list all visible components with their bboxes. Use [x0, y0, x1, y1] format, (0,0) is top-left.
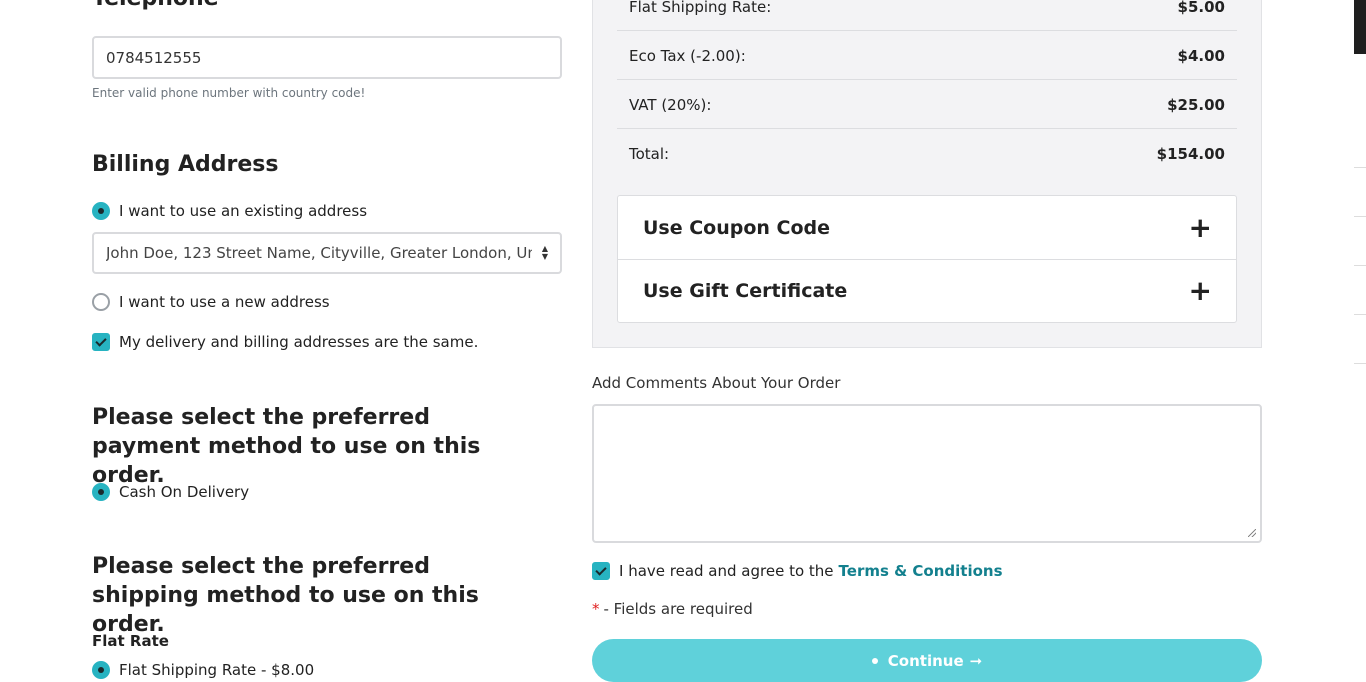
shipping-option[interactable]: Flat Shipping Rate - $8.00 [92, 659, 314, 681]
plus-icon[interactable]: + [1189, 213, 1212, 242]
address-select-value: John Doe, 123 Street Name, Cityville, Gr… [106, 244, 532, 262]
new-address-option[interactable]: I want to use a new address [92, 291, 330, 313]
resize-grip-icon[interactable] [1248, 529, 1256, 537]
telephone-input[interactable] [92, 36, 562, 79]
payment-radio[interactable] [92, 483, 110, 501]
telephone-heading: Telephone [92, 0, 219, 11]
total-value: $4.00 [1177, 46, 1225, 65]
payment-option[interactable]: Cash On Delivery [92, 481, 249, 503]
plus-icon[interactable]: + [1189, 277, 1212, 305]
divider [1354, 265, 1366, 266]
total-value: $5.00 [1177, 0, 1225, 16]
total-label: VAT (20%): [629, 95, 712, 114]
new-address-radio[interactable] [92, 293, 110, 311]
billing-heading: Billing Address [92, 152, 279, 177]
existing-address-radio[interactable] [92, 202, 110, 220]
total-row: Eco Tax (-2.00): $4.00 [617, 32, 1237, 80]
telephone-hint: Enter valid phone number with country co… [92, 86, 366, 100]
discount-accordion: Use Coupon Code + Use Gift Certificate + [617, 195, 1237, 323]
coupon-accordion-header[interactable]: Use Coupon Code + [618, 196, 1236, 259]
same-address-label: My delivery and billing addresses are th… [119, 333, 479, 351]
arrow-right-icon: ➞ [969, 651, 983, 670]
comments-textarea[interactable] [592, 404, 1262, 543]
required-text: - Fields are required [603, 600, 753, 618]
total-row: Flat Shipping Rate: $5.00 [617, 0, 1237, 31]
payment-label: Cash On Delivery [119, 483, 250, 501]
total-row: VAT (20%): $25.00 [617, 81, 1237, 129]
total-label: Total: [629, 145, 670, 163]
total-value: $154.00 [1156, 145, 1225, 163]
same-address-option[interactable]: My delivery and billing addresses are th… [92, 331, 478, 353]
required-note: * - Fields are required [592, 600, 753, 618]
shipping-heading: Please select the preferred shipping met… [92, 554, 479, 637]
continue-label: Continue [887, 651, 964, 670]
total-row: Total: $154.00 [617, 130, 1237, 178]
select-arrows-icon: ▲ ▼ [541, 244, 549, 261]
loading-dot-icon [871, 657, 878, 664]
continue-button[interactable]: Continue ➞ [592, 639, 1262, 682]
total-label: Eco Tax (-2.00): [629, 46, 746, 65]
existing-address-option[interactable]: I want to use an existing address [92, 200, 367, 222]
gift-accordion-title: Use Gift Certificate [643, 280, 848, 302]
required-star: * [592, 600, 600, 618]
order-summary: Flat Shipping Rate: $5.00 Eco Tax (-2.00… [592, 0, 1262, 348]
total-value: $25.00 [1167, 95, 1225, 114]
shipping-group-title: Flat Rate [92, 632, 169, 650]
coupon-accordion-title: Use Coupon Code [643, 216, 831, 239]
gift-accordion-header[interactable]: Use Gift Certificate + [618, 259, 1236, 322]
comments-label: Add Comments About Your Order [592, 374, 841, 392]
divider [1354, 216, 1366, 217]
shipping-label: Flat Shipping Rate - $8.00 [119, 661, 315, 679]
terms-agree-text: I have read and agree to the [619, 562, 834, 580]
terms-link[interactable]: Terms & Conditions [839, 562, 1003, 580]
offcanvas-edge [1354, 0, 1366, 54]
shipping-radio[interactable] [92, 661, 110, 679]
same-address-checkbox[interactable] [92, 333, 110, 351]
new-address-label: I want to use a new address [119, 293, 330, 311]
address-select[interactable]: John Doe, 123 Street Name, Cityville, Gr… [92, 232, 562, 274]
divider [1354, 363, 1366, 364]
divider [1354, 314, 1366, 315]
terms-agree-option[interactable]: I have read and agree to the Terms & Con… [592, 560, 1003, 582]
existing-address-label: I want to use an existing address [119, 202, 368, 220]
terms-checkbox[interactable] [592, 562, 610, 580]
total-label: Flat Shipping Rate: [629, 0, 772, 16]
payment-heading: Please select the preferred payment meth… [92, 405, 481, 488]
divider [1354, 167, 1366, 168]
